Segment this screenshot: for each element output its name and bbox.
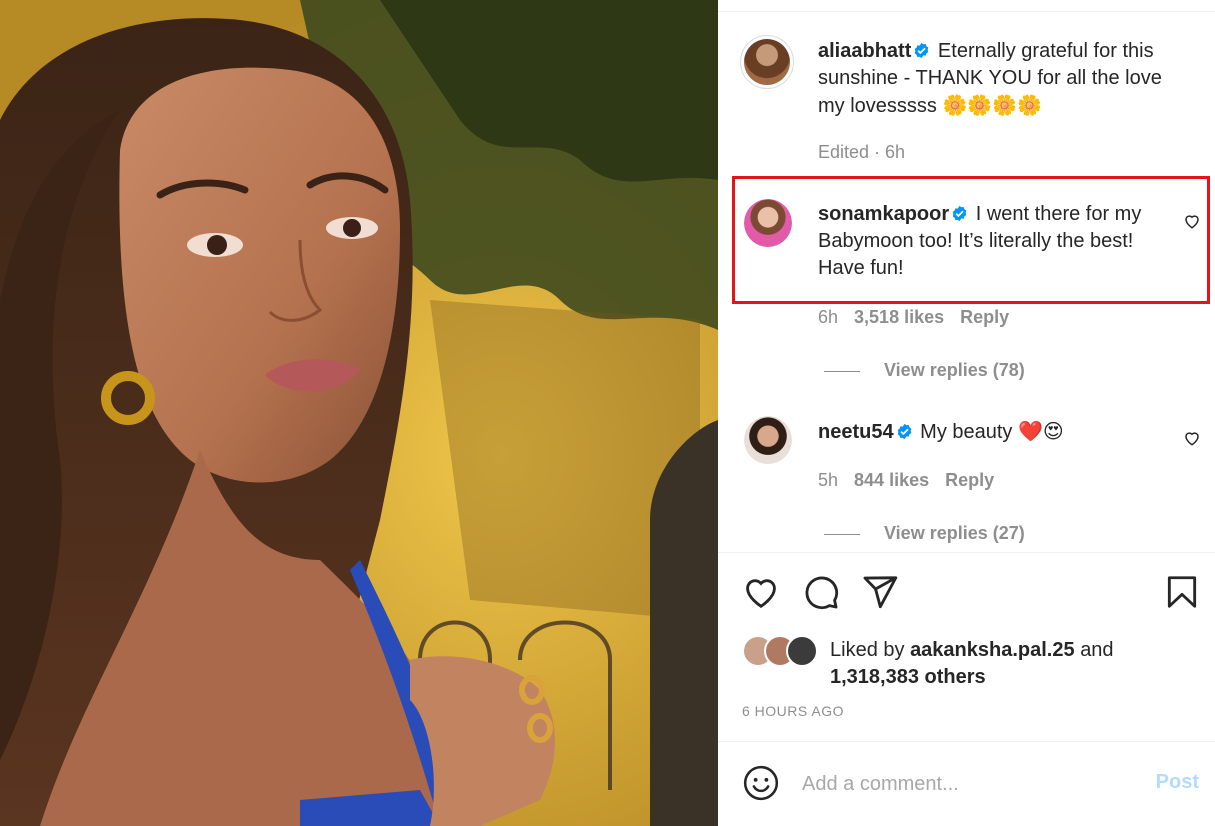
divider bbox=[718, 11, 1215, 12]
liked-by-others[interactable]: 1,318,383 others bbox=[830, 666, 986, 688]
comment-body: neetu54 My beauty ❤️😍 bbox=[818, 418, 1178, 446]
reply-button[interactable]: Reply bbox=[960, 307, 1009, 327]
post-timestamp[interactable]: 6 HOURS AGO bbox=[742, 703, 844, 719]
comment-likes[interactable]: 3,518 likes bbox=[854, 307, 944, 327]
post-detail-panel: aliaabhatt Eternally grateful for this s… bbox=[718, 0, 1215, 826]
comment-input[interactable] bbox=[802, 768, 1132, 800]
reply-button[interactable]: Reply bbox=[945, 470, 994, 490]
view-replies-label: View replies (27) bbox=[884, 523, 1025, 543]
comment-likes[interactable]: 844 likes bbox=[854, 470, 929, 490]
comment-time: 5h bbox=[818, 470, 839, 490]
commenter-avatar[interactable] bbox=[744, 416, 792, 464]
comment-username[interactable]: sonamkapoor bbox=[818, 203, 949, 225]
heart-icon[interactable] bbox=[1183, 212, 1201, 230]
comment-text: My beauty bbox=[920, 421, 1013, 443]
liked-by-text: Liked by aakanksha.pal.25 and 1,318,383 … bbox=[830, 637, 1190, 691]
comment-icon[interactable] bbox=[802, 573, 840, 611]
post-photo bbox=[0, 0, 718, 826]
view-replies-label: View replies (78) bbox=[884, 360, 1025, 380]
avatar bbox=[786, 635, 818, 667]
heart-icon[interactable] bbox=[1183, 429, 1201, 447]
post-caption: aliaabhatt Eternally grateful for this s… bbox=[818, 38, 1178, 120]
view-replies-button[interactable]: View replies (27) bbox=[824, 523, 1025, 544]
author-avatar[interactable] bbox=[740, 35, 794, 89]
liked-by-prefix: Liked by bbox=[830, 639, 905, 661]
comment-time: 6h bbox=[818, 307, 839, 327]
post-button[interactable]: Post bbox=[1156, 771, 1199, 794]
divider bbox=[718, 741, 1215, 742]
share-icon[interactable] bbox=[861, 573, 899, 611]
bookmark-icon[interactable] bbox=[1163, 573, 1201, 611]
verified-badge-icon bbox=[952, 205, 967, 222]
comment-meta: 6h 3,518 likes Reply bbox=[818, 307, 1009, 328]
caption-emojis: 🌼🌼🌼🌼 bbox=[942, 93, 1043, 117]
liked-by-avatars[interactable] bbox=[742, 635, 822, 669]
photo-illustration bbox=[0, 0, 718, 826]
caption-meta: Edited · 6h bbox=[818, 142, 906, 162]
divider bbox=[824, 533, 860, 535]
divider bbox=[824, 370, 860, 372]
view-replies-button[interactable]: View replies (78) bbox=[824, 360, 1025, 381]
comment-meta: 5h 844 likes Reply bbox=[818, 470, 994, 491]
liked-by-user[interactable]: aakanksha.pal.25 bbox=[910, 639, 1075, 661]
comment-emojis: ❤️😍 bbox=[1017, 419, 1064, 443]
emoji-icon[interactable] bbox=[742, 764, 780, 802]
verified-badge-icon bbox=[915, 42, 929, 59]
comment-body: sonamkapoor I went there for my Babymoon… bbox=[818, 201, 1178, 282]
heart-icon[interactable] bbox=[742, 573, 780, 611]
commenter-avatar[interactable] bbox=[744, 199, 792, 247]
comment-username[interactable]: neetu54 bbox=[818, 421, 894, 443]
caption-username[interactable]: aliaabhatt bbox=[818, 40, 911, 62]
liked-by-and: and bbox=[1080, 639, 1114, 661]
verified-badge-icon bbox=[897, 423, 911, 440]
divider bbox=[718, 552, 1215, 553]
